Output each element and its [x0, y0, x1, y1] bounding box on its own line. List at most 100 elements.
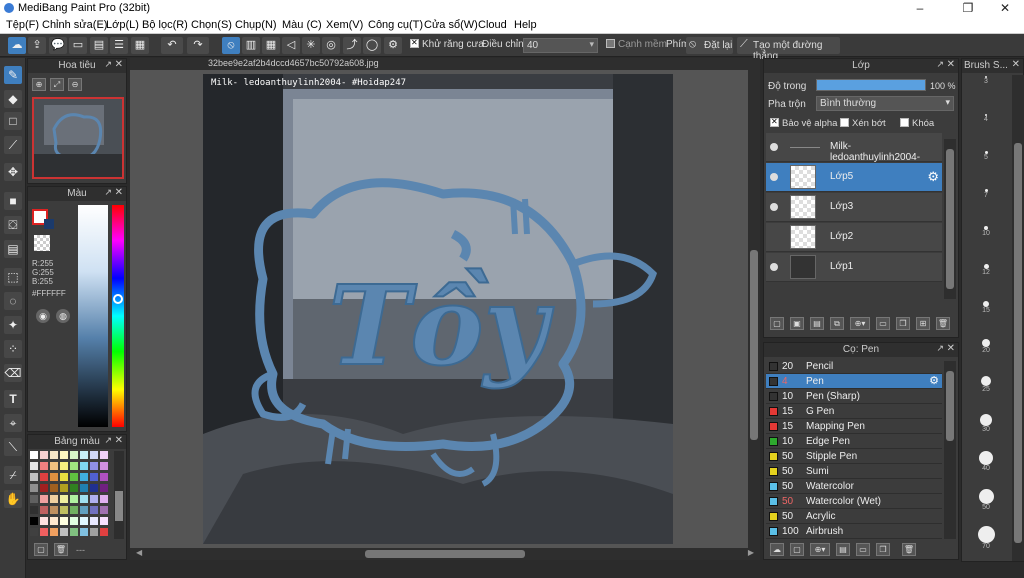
palette-icon[interactable]: ◉ — [36, 309, 50, 323]
palette-swatch[interactable] — [100, 473, 108, 481]
layer-scroll-thumb[interactable] — [946, 149, 954, 289]
float-icon[interactable]: ↗ — [104, 435, 112, 446]
palette-swatch[interactable] — [80, 506, 88, 514]
palette-swatch[interactable] — [70, 528, 78, 536]
snap-curve-icon[interactable]: ⤴ — [343, 37, 361, 54]
brush-row[interactable]: 15 G Pen — [766, 404, 942, 419]
palette-swatch[interactable] — [90, 451, 98, 459]
select-eraser-tool-icon[interactable]: ⌫ — [4, 364, 22, 382]
brush-row[interactable]: 50 Watercolor — [766, 479, 942, 494]
menu-help[interactable]: Help — [514, 19, 537, 31]
merge-down-icon[interactable]: ⊞ — [916, 317, 930, 330]
palette-swatch[interactable] — [90, 473, 98, 481]
brush-size-item[interactable]: 15 — [963, 301, 1009, 314]
palette-swatch[interactable] — [70, 462, 78, 470]
close-icon[interactable]: ✕ — [115, 435, 123, 446]
new-palette-icon[interactable]: ▢ — [34, 543, 48, 556]
trash-icon[interactable]: 🗑 — [54, 543, 68, 556]
palette-swatch[interactable] — [50, 495, 58, 503]
copy-layer-icon[interactable]: ❐ — [896, 317, 910, 330]
arrow-left-icon[interactable]: ◀ — [136, 548, 142, 557]
palette-swatch[interactable] — [50, 506, 58, 514]
new-1bit-layer-icon[interactable]: ▤ — [810, 317, 824, 330]
palette-swatch[interactable] — [40, 517, 48, 525]
palette-scrollbar[interactable] — [114, 451, 124, 539]
fill-rect-tool-icon[interactable]: ■ — [4, 192, 22, 210]
menu-file[interactable]: Tệp(F) — [6, 19, 39, 31]
chat-icon[interactable]: ▭ — [69, 37, 87, 54]
grid-icon[interactable]: ▦ — [131, 37, 149, 54]
eye-icon[interactable] — [770, 203, 778, 211]
layer-row[interactable]: Milk- ledoanthuylinh2004- — [766, 133, 942, 163]
palette-swatch[interactable] — [50, 484, 58, 492]
eye-icon[interactable] — [770, 143, 778, 151]
palette-swatch[interactable] — [30, 451, 38, 459]
hand-tool-icon[interactable]: ✋ — [4, 490, 22, 508]
palette-swatch[interactable] — [40, 495, 48, 503]
brush-settings-icon[interactable]: ▤ — [836, 543, 850, 556]
folder-icon[interactable]: ▭ — [876, 317, 890, 330]
menu-window[interactable]: Cửa sổ(W) — [424, 19, 478, 31]
float-icon[interactable]: ↗ — [104, 59, 112, 70]
palette-swatch[interactable] — [70, 451, 78, 459]
antialias-toggle[interactable]: Khử răng cưa — [410, 38, 484, 50]
select-pen-tool-icon[interactable]: ⁘ — [4, 340, 22, 358]
magic-wand-tool-icon[interactable]: ✦ — [4, 316, 22, 334]
gradient-tool-icon[interactable]: ▤ — [4, 240, 22, 258]
brush-size-item[interactable]: 7 — [963, 188, 1009, 199]
blend-mode-select[interactable]: Bình thường ▾ — [816, 96, 954, 111]
zoom-in-icon[interactable]: ⊕ — [32, 78, 46, 91]
palette-swatch[interactable] — [40, 506, 48, 514]
saturation-value-field[interactable] — [78, 205, 108, 427]
brush-size-item[interactable]: 10 — [963, 226, 1009, 237]
arrow-right-icon[interactable]: ▶ — [748, 548, 754, 557]
palette-swatch[interactable] — [70, 517, 78, 525]
palette-swatch[interactable] — [80, 528, 88, 536]
snap-parallel-icon[interactable]: ▥ — [242, 37, 260, 54]
folder-icon[interactable]: ▭ — [856, 543, 870, 556]
clipping-toggle[interactable]: Xén bớt — [840, 118, 886, 129]
palette-swatch[interactable] — [70, 473, 78, 481]
move-tool-icon[interactable]: ✥ — [4, 163, 22, 181]
float-icon[interactable]: ↗ — [104, 187, 112, 198]
palette-swatch[interactable] — [100, 506, 108, 514]
copy-brush-icon[interactable]: ❐ — [876, 543, 890, 556]
palette-swatch[interactable] — [60, 462, 68, 470]
cloud-icon[interactable]: ☁ — [8, 37, 26, 54]
canvas-hscrollbar[interactable]: ◀ ▶ — [130, 548, 760, 560]
brush-row[interactable]: 50 Stipple Pen — [766, 449, 942, 464]
brush-size-item[interactable]: 25 — [963, 376, 1009, 393]
brush-scroll-thumb[interactable] — [946, 371, 954, 441]
palette-swatch[interactable] — [60, 506, 68, 514]
palette-swatch[interactable] — [80, 451, 88, 459]
close-icon[interactable]: ✕ — [115, 59, 123, 70]
palette-grid[interactable] — [30, 451, 110, 539]
palette-swatch[interactable] — [70, 484, 78, 492]
palette-swatch[interactable] — [60, 484, 68, 492]
artwork-canvas[interactable]: Tồy Milk- ledoanthuylinh2004- #Hoidap247 — [203, 74, 673, 544]
snap-off-icon[interactable]: ⦸ — [222, 37, 240, 54]
palette-swatch[interactable] — [30, 462, 38, 470]
close-button[interactable]: ✕ — [990, 0, 1020, 16]
palette-swatch[interactable] — [70, 506, 78, 514]
float-icon[interactable]: ↗ — [936, 59, 944, 70]
transparent-color-swatch[interactable] — [34, 235, 50, 251]
brush-row[interactable]: 20 Pencil — [766, 359, 942, 374]
float-icon[interactable]: ↗ — [936, 343, 944, 354]
palette-swatch[interactable] — [40, 528, 48, 536]
zoom-out-icon[interactable]: ⊖ — [68, 78, 82, 91]
brush-size-item[interactable]: 70 — [963, 526, 1009, 550]
menu-edit[interactable]: Chỉnh sửa(E) — [42, 19, 107, 31]
new-brush-icon[interactable]: ▢ — [790, 543, 804, 556]
menu-tools[interactable]: Công cụ(T) — [368, 19, 423, 31]
palette-swatch[interactable] — [30, 517, 38, 525]
bucket-tool-icon[interactable]: ⛋ — [4, 216, 22, 234]
palette-swatch[interactable] — [80, 462, 88, 470]
protect-alpha-toggle[interactable]: Bảo vệ alpha — [770, 117, 837, 129]
color-history-icon[interactable]: ◍ — [56, 309, 70, 323]
undo-icon[interactable]: ↶ — [161, 37, 183, 54]
snap-radial-icon[interactable]: ✳ — [302, 37, 320, 54]
brush-size-item[interactable]: 30 — [963, 413, 1009, 433]
palette-swatch[interactable] — [90, 462, 98, 470]
close-icon[interactable]: ✕ — [1012, 59, 1020, 70]
